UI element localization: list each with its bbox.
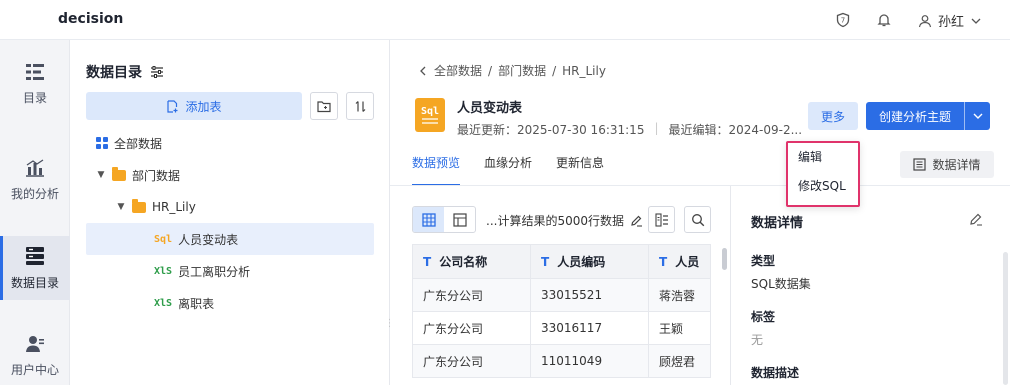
details-icon — [913, 158, 927, 171]
tree-item-all-data[interactable]: 全部数据 — [86, 127, 374, 159]
tree-item-resignation-table[interactable]: XlS 离职表 — [86, 287, 374, 319]
tree-item-personnel-change[interactable]: Sql 人员变动表 — [86, 223, 374, 255]
filter-settings-icon[interactable] — [150, 65, 164, 79]
rail-item-my-analysis[interactable]: 我的分析 — [0, 148, 70, 212]
search-button[interactable] — [684, 206, 711, 233]
tab-lineage[interactable]: 血缘分析 — [484, 150, 532, 186]
preview-table: T 公司名称 T 人员编码 T 人员 广东分公司 33015521 蒋浩蓉 广东分公司… — [412, 244, 711, 378]
preview-panel: ...计算结果的5000行数据 T 公司名称 T 人员编码 T 人员 广东分公司 33… — [410, 186, 730, 385]
database-icon — [26, 246, 44, 265]
sql-icon: Sql — [154, 233, 173, 245]
field-list-icon — [654, 212, 668, 227]
last-update: 最近更新：2025-07-30 16:31:15 — [457, 123, 645, 137]
column-header[interactable]: T 人员 — [648, 244, 711, 279]
rail-item-catalog[interactable]: 目录 — [0, 52, 70, 116]
chart-icon — [26, 158, 44, 177]
field-settings-button[interactable] — [648, 206, 675, 233]
last-edit: 最近编辑：2024-09-2... — [668, 123, 803, 137]
add-folder-button[interactable] — [310, 92, 338, 120]
edit-icon[interactable] — [630, 214, 643, 227]
user-center-icon — [26, 335, 44, 352]
data-catalog-tree: 数据目录 添加表 全部数据 ▼ 部门数据 ▼ HR_Lily Sql 人员变动表… — [70, 40, 390, 385]
rail-item-data-catalog[interactable]: 数据目录 — [0, 236, 70, 300]
dataset-meta: 最近更新：2025-07-30 16:31:15 | 最近编辑：2024-09-… — [457, 121, 803, 137]
xls-icon: XlS — [154, 297, 173, 309]
tab-update-info[interactable]: 更新信息 — [556, 150, 604, 186]
bell-icon[interactable] — [875, 11, 893, 29]
sort-icon — [355, 100, 365, 112]
top-bar: decision 7 孙红 — [0, 0, 1010, 40]
layout-icon — [452, 212, 467, 227]
table-grid-icon — [421, 212, 436, 227]
chevron-down-icon[interactable] — [964, 102, 990, 130]
tag-value: 无 — [751, 333, 764, 347]
grid-icon — [96, 137, 108, 149]
brand-logo[interactable]: decision — [58, 11, 123, 27]
data-details-button[interactable]: 数据详情 — [900, 151, 994, 178]
sql-dataset-icon: Sql — [415, 98, 445, 132]
breadcrumb-dept-data[interactable]: 部门数据 — [498, 62, 546, 79]
tab-data-preview[interactable]: 数据预览 — [412, 150, 461, 186]
calc-result-info: ...计算结果的5000行数据 — [486, 212, 643, 229]
tab-bar: 数据预览 血缘分析 更新信息 — [412, 150, 604, 186]
caret-down-icon[interactable]: ▼ — [116, 202, 126, 212]
grid-view-toggle[interactable] — [413, 207, 444, 232]
back-chevron-icon[interactable] — [418, 66, 428, 76]
folder-icon — [132, 198, 146, 213]
user-name: 孙红 — [938, 15, 965, 30]
tree-item-dept-data[interactable]: ▼ 部门数据 — [86, 159, 374, 191]
table-row[interactable]: 广东分公司 33016117 王颖 — [412, 311, 711, 345]
breadcrumb: 全部数据 / 部门数据 / HR_Lily — [418, 62, 606, 79]
table-row[interactable]: 广东分公司 33015521 蒋浩蓉 — [412, 278, 711, 312]
catalog-icon — [26, 63, 44, 80]
nav-rail: 目录 我的分析 数据目录 用户中心 — [0, 40, 70, 385]
svg-text:7: 7 — [841, 17, 845, 25]
edit-icon[interactable] — [969, 212, 983, 226]
more-dropdown-menu: 编辑 修改SQL — [786, 141, 860, 207]
add-file-icon — [167, 99, 178, 113]
table-scrollbar[interactable] — [722, 248, 727, 270]
folder-icon — [112, 166, 126, 181]
add-table-button[interactable]: 添加表 — [86, 92, 302, 120]
details-title: 数据详情 — [751, 216, 804, 231]
description-label: 数据描述 — [751, 366, 800, 380]
xls-icon: XlS — [154, 265, 173, 277]
more-button[interactable]: 更多 — [808, 102, 858, 130]
create-analysis-button[interactable]: 创建分析主题 — [866, 102, 990, 130]
text-type-icon: T — [541, 255, 550, 269]
type-label: 类型 — [751, 254, 776, 268]
details-scrollbar[interactable] — [1003, 252, 1008, 385]
chevron-down-icon — [971, 18, 981, 24]
sort-button[interactable] — [346, 92, 374, 120]
tree-item-hr-lily[interactable]: ▼ HR_Lily — [86, 191, 374, 223]
layout-view-toggle[interactable] — [444, 207, 475, 232]
breadcrumb-hr-lily[interactable]: HR_Lily — [562, 64, 606, 78]
dataset-title: 人员变动表 — [457, 101, 523, 116]
menu-item-edit[interactable]: 编辑 — [788, 143, 858, 172]
main-content: 全部数据 / 部门数据 / HR_Lily Sql 人员变动表 最近更新：202… — [390, 40, 1010, 385]
folder-add-icon — [316, 100, 331, 112]
type-value: SQL数据集 — [751, 277, 811, 291]
text-type-icon: T — [423, 255, 432, 269]
text-type-icon: T — [659, 255, 668, 269]
user-icon — [918, 14, 932, 27]
user-menu[interactable]: 孙红 — [918, 11, 982, 30]
column-header[interactable]: T 公司名称 — [412, 244, 531, 279]
tag-label: 标签 — [751, 310, 776, 324]
caret-down-icon[interactable]: ▼ — [96, 170, 106, 180]
details-panel: 数据详情 类型 SQL数据集 标签 无 数据描述 — [730, 186, 1010, 385]
menu-item-modify-sql[interactable]: 修改SQL — [788, 172, 858, 201]
tree-item-resignation-analysis[interactable]: XlS 员工离职分析 — [86, 255, 374, 287]
search-icon — [691, 213, 704, 226]
breadcrumb-all-data[interactable]: 全部数据 — [434, 62, 482, 79]
column-header[interactable]: T 人员编码 — [530, 244, 649, 279]
rail-item-user-center[interactable]: 用户中心 — [0, 324, 70, 385]
table-header-row: T 公司名称 T 人员编码 T 人员 — [412, 244, 711, 279]
view-toggle — [412, 206, 476, 233]
table-row[interactable]: 广东分公司 11011049 顾煜君 — [412, 344, 711, 378]
shield-icon[interactable]: 7 — [834, 11, 852, 29]
tree-title: 数据目录 — [86, 62, 164, 82]
